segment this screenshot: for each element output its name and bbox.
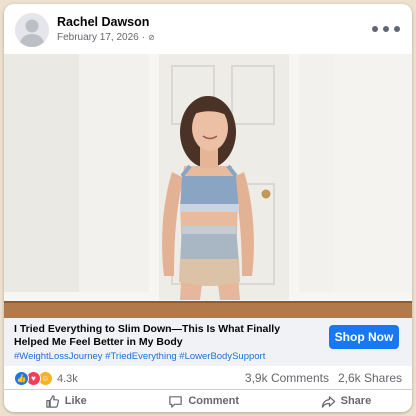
dot-icon [383,26,389,32]
shop-now-button[interactable]: Shop Now [329,325,399,349]
post-stats: 👍 ♥ ☺ 4.3k 3,9k Comments 2,6k Shares [4,366,412,390]
comment-label: Comment [188,395,240,407]
dot-icon [394,26,400,32]
like-label: Like [64,395,87,407]
post-meta: February 17, 2026 · ⊘ [57,32,155,43]
reactions-summary[interactable]: 👍 ♥ ☺ 4.3k [14,371,78,386]
globe-icon: ⊘ [148,33,155,42]
post-header: Rachel Dawson February 17, 2026 · ⊘ [4,4,412,54]
link-preview[interactable]: I Tried Everything to Slim Down—This Is … [4,318,412,366]
post-photo[interactable] [4,54,412,318]
post-card: Rachel Dawson February 17, 2026 · ⊘ I Tr… [4,4,412,412]
post-date[interactable]: February 17, 2026 [57,32,139,43]
author-name[interactable]: Rachel Dawson [57,15,149,29]
post-actions: Like Comment Share [4,390,412,412]
engagement-counts: 3,9k Comments 2,6k Shares [245,371,402,385]
link-title[interactable]: I Tried Everything to Slim Down—This Is … [14,323,314,349]
avatar[interactable] [15,13,49,47]
like-button[interactable]: Like [45,394,87,409]
share-label: Share [340,395,372,407]
reaction-count: 4.3k [57,372,78,385]
shares-count[interactable]: 2,6k Shares [338,371,402,385]
dot-icon [372,26,378,32]
hashtags[interactable]: #WeightLossJourney #TriedEverything #Low… [14,351,324,362]
like-reaction-icon: 👍 [14,371,29,386]
more-options-button[interactable] [372,22,400,36]
comment-button[interactable]: Comment [168,394,239,409]
share-arrow-icon [321,395,335,408]
default-avatar-icon [15,13,49,47]
comment-bubble-icon [169,395,183,408]
share-button[interactable]: Share [321,394,372,409]
thumbs-up-icon [46,394,59,408]
comments-count[interactable]: 3,9k Comments [245,371,329,385]
post-image [4,54,412,318]
